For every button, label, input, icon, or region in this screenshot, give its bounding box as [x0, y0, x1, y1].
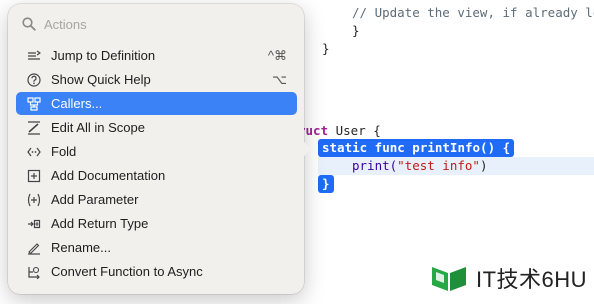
watermark-logo: IT技术6HU [430, 262, 587, 294]
code-brace: } [322, 41, 330, 56]
search-icon [22, 17, 36, 31]
menu-item-show-quick-help[interactable]: Show Quick Help ⌥ [16, 68, 297, 91]
code-struct-name: User { [328, 123, 381, 138]
menu-item-label: Add Parameter [51, 192, 139, 207]
menu-item-label: Add Return Type [51, 216, 149, 231]
menu-item-label: Add Documentation [51, 168, 166, 183]
code-print-call: print( [352, 158, 398, 173]
async-icon [26, 264, 42, 280]
add-doc-icon [26, 168, 42, 184]
watermark-logo-icon [430, 263, 468, 293]
menu-item-fold[interactable]: Fold [16, 140, 297, 163]
jump-icon [26, 48, 42, 64]
code-comment: // Update the view, if already lo [352, 5, 594, 20]
menu-item-add-return-type[interactable]: Add Return Type [16, 212, 297, 235]
shortcut-hint: ⌥ [272, 71, 287, 87]
menu-item-label: Edit All in Scope [51, 120, 145, 135]
code-print-line: print("test info") [352, 157, 487, 175]
add-return-icon [26, 216, 42, 232]
search-placeholder: Actions [44, 16, 87, 32]
code-selection-func[interactable]: static func printInfo() { [318, 139, 515, 157]
watermark-text: IT技术6HU [476, 267, 588, 292]
menu-item-label: Jump to Definition [51, 48, 156, 63]
add-param-icon [26, 192, 42, 208]
menu-item-label: Fold [51, 144, 77, 159]
menu-item-callers[interactable]: Callers... [16, 92, 297, 115]
menu-item-label: Callers... [51, 96, 103, 111]
code-struct-line: ruct User { [298, 122, 381, 140]
shortcut-hint: ^⌘ [267, 47, 287, 63]
menu-item-label: Show Quick Help [51, 72, 151, 87]
edit-scope-icon [26, 120, 42, 136]
menu-item-edit-all-in-scope[interactable]: Edit All in Scope [16, 116, 297, 139]
code-brace: } [352, 23, 360, 38]
menu-item-label: Rename... [51, 240, 111, 255]
actions-search[interactable]: Actions [22, 13, 87, 35]
menu-item-convert-to-async[interactable]: Convert Function to Async [16, 260, 297, 283]
menu-pointer [301, 139, 311, 159]
question-icon [26, 72, 42, 88]
menu-item-jump-to-definition[interactable]: Jump to Definition ^⌘ [16, 44, 297, 67]
rename-icon [26, 240, 42, 256]
menu-item-label: Convert Function to Async [51, 264, 203, 279]
menu-item-rename[interactable]: Rename... [16, 236, 297, 259]
fold-icon [26, 144, 42, 160]
menu-item-add-documentation[interactable]: Add Documentation [16, 164, 297, 187]
code-paren: ) [479, 158, 488, 173]
menu-item-add-parameter[interactable]: Add Parameter [16, 188, 297, 211]
code-selection-close[interactable]: } [318, 175, 334, 193]
code-string: "test info" [397, 158, 480, 173]
callers-icon [26, 96, 42, 112]
